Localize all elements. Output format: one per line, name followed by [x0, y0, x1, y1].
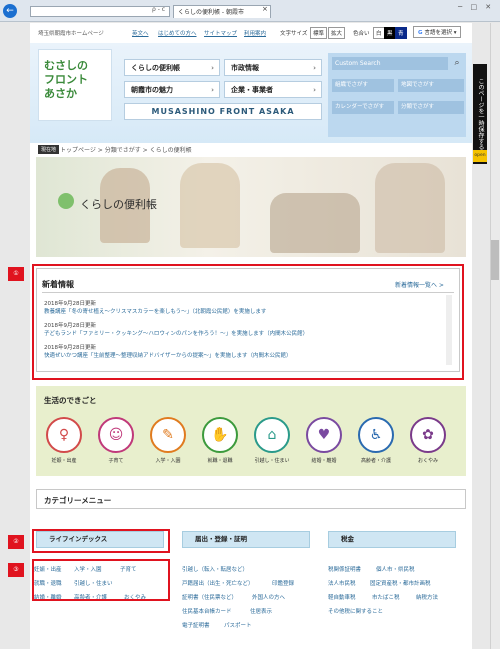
category-link[interactable]: 軽自動車税: [328, 593, 356, 601]
school-icon[interactable]: ✎: [150, 417, 186, 453]
back-icon[interactable]: ←: [3, 4, 17, 18]
pregnancy-icon[interactable]: ♀: [46, 417, 82, 453]
category-title: カテゴリーメニュー: [44, 496, 112, 505]
life-label-school[interactable]: 入学・入園: [143, 457, 193, 464]
category-tax[interactable]: 税金: [328, 531, 456, 548]
brand-strip[interactable]: MUSASHINO FRONT ASAKA: [124, 103, 322, 120]
category-link[interactable]: 税関係証明書: [328, 565, 361, 573]
annotation-number-3: ③: [8, 563, 24, 577]
color-blue[interactable]: 青: [395, 27, 407, 39]
menu-business[interactable]: 企業・事業者: [224, 81, 322, 98]
header-link-first-time[interactable]: はじめての方へ: [158, 29, 197, 37]
childcare-icon[interactable]: ☺: [98, 417, 134, 453]
save-page-tab[interactable]: このページを一時保存する: [473, 64, 487, 164]
annotation-frame-3: [32, 559, 170, 601]
life-label-elderly[interactable]: 高齢者・介護: [351, 457, 401, 464]
life-label-marriage[interactable]: 結婚・離婚: [299, 457, 349, 464]
tree-icon: [58, 193, 74, 209]
category-link[interactable]: 住居表示: [250, 607, 272, 615]
search-by-category[interactable]: 分類でさがす: [398, 101, 464, 114]
life-label-pregnancy[interactable]: 妊娠・出産: [39, 457, 89, 464]
hero-title: くらしの便利帳: [80, 198, 157, 211]
page-scrollbar[interactable]: [490, 23, 500, 649]
site-subtitle: 埼玉県朝霞市ホームページ: [38, 31, 104, 37]
header-link-sitemap[interactable]: サイトマップ: [204, 29, 237, 37]
search-by-map[interactable]: 地図でさがす: [398, 79, 464, 92]
font-size-normal[interactable]: 標準: [310, 27, 328, 39]
category-link[interactable]: 証明書（住民票など）: [182, 593, 237, 601]
hero-person: [375, 163, 445, 253]
life-label-condolence[interactable]: おくやみ: [403, 457, 453, 464]
hero-person: [180, 163, 240, 248]
category-link[interactable]: パスポート: [224, 621, 252, 629]
life-label-childcare[interactable]: 子育て: [91, 457, 141, 464]
marriage-icon[interactable]: ♥: [306, 417, 342, 453]
menu-city-info[interactable]: 市政情報: [224, 59, 322, 76]
category-link[interactable]: 法人市民税: [328, 579, 356, 587]
search-by-calendar[interactable]: カレンダーでさがす: [332, 101, 394, 114]
logo-text: むさしの フロント あさか: [44, 59, 110, 101]
close-tab-icon[interactable]: ×: [262, 5, 268, 13]
elderly-icon[interactable]: ♿: [358, 417, 394, 453]
color-white[interactable]: 白: [373, 27, 385, 39]
category-link[interactable]: 印鑑登録: [272, 579, 294, 587]
font-size-label: 文字サイズ: [280, 31, 308, 37]
category-link[interactable]: その他税に関すること: [328, 607, 383, 615]
annotation-frame-1: [32, 264, 464, 380]
menu-city-charm[interactable]: 朝霞市の魅力: [124, 81, 220, 98]
search-input[interactable]: Custom Search: [332, 57, 448, 70]
category-link[interactable]: 固定資産税・都市計画税: [370, 579, 431, 587]
condolence-icon[interactable]: ✿: [410, 417, 446, 453]
search-icon[interactable]: ⌕: [450, 57, 464, 70]
color-label: 色合い: [353, 31, 370, 37]
window-controls[interactable]: ─ □ ✕: [458, 3, 494, 11]
language-select-label: 言語を選択: [424, 30, 452, 36]
address-bar[interactable]: [30, 6, 170, 17]
logo-line-2: フロント: [44, 73, 88, 86]
category-link[interactable]: 納税方法: [416, 593, 438, 601]
category-link[interactable]: 市たばこ税: [372, 593, 400, 601]
annotation-number-2: ②: [8, 535, 24, 549]
address-controls[interactable]: ρ - c: [152, 6, 165, 13]
moving-icon[interactable]: ⌂: [254, 417, 290, 453]
search-by-organization[interactable]: 組織でさがす: [332, 79, 394, 92]
language-select[interactable]: G 言語を選択 ▾: [413, 26, 462, 38]
category-link[interactable]: 戸籍届出（出生・死亡など）: [182, 579, 254, 587]
scrollbar-thumb[interactable]: [491, 240, 499, 280]
category-link[interactable]: 引越し（転入・転居など）: [182, 565, 248, 573]
color-black[interactable]: 黒: [384, 27, 396, 39]
annotation-number-1: ①: [8, 267, 24, 281]
category-link[interactable]: 電子証明書: [182, 621, 210, 629]
header-link-english[interactable]: 英文へ: [132, 29, 149, 37]
browser-tab[interactable]: くらしの便利帳 - 朝霞市: [173, 5, 271, 18]
breadcrumb[interactable]: トップページ > 分類でさがす > くらしの便利帳: [60, 145, 192, 154]
life-label-moving[interactable]: 引越し・住まい: [247, 457, 297, 464]
font-size-large[interactable]: 拡大: [328, 27, 346, 39]
category-link[interactable]: 住民基本台帳カード: [182, 607, 232, 615]
category-link[interactable]: 個人市・県民税: [376, 565, 415, 573]
logo-line-3: あさか: [44, 87, 77, 100]
menu-living-guide[interactable]: くらしの便利帳: [124, 59, 220, 76]
save-page-open[interactable]: open: [473, 150, 487, 162]
life-label-job[interactable]: 就職・退職: [195, 457, 245, 464]
category-link[interactable]: 外国人の方へ: [252, 593, 285, 601]
category-registration[interactable]: 届出・登録・証明: [182, 531, 310, 548]
breadcrumb-tag: 現在地: [38, 145, 60, 154]
hero-person: [270, 193, 360, 253]
header-link-guide[interactable]: 利用案内: [244, 29, 266, 37]
life-events-title: 生活のできごと: [44, 396, 97, 405]
annotation-frame-2: [32, 529, 170, 553]
job-icon[interactable]: ✋: [202, 417, 238, 453]
logo-line-1: むさしの: [44, 59, 88, 72]
